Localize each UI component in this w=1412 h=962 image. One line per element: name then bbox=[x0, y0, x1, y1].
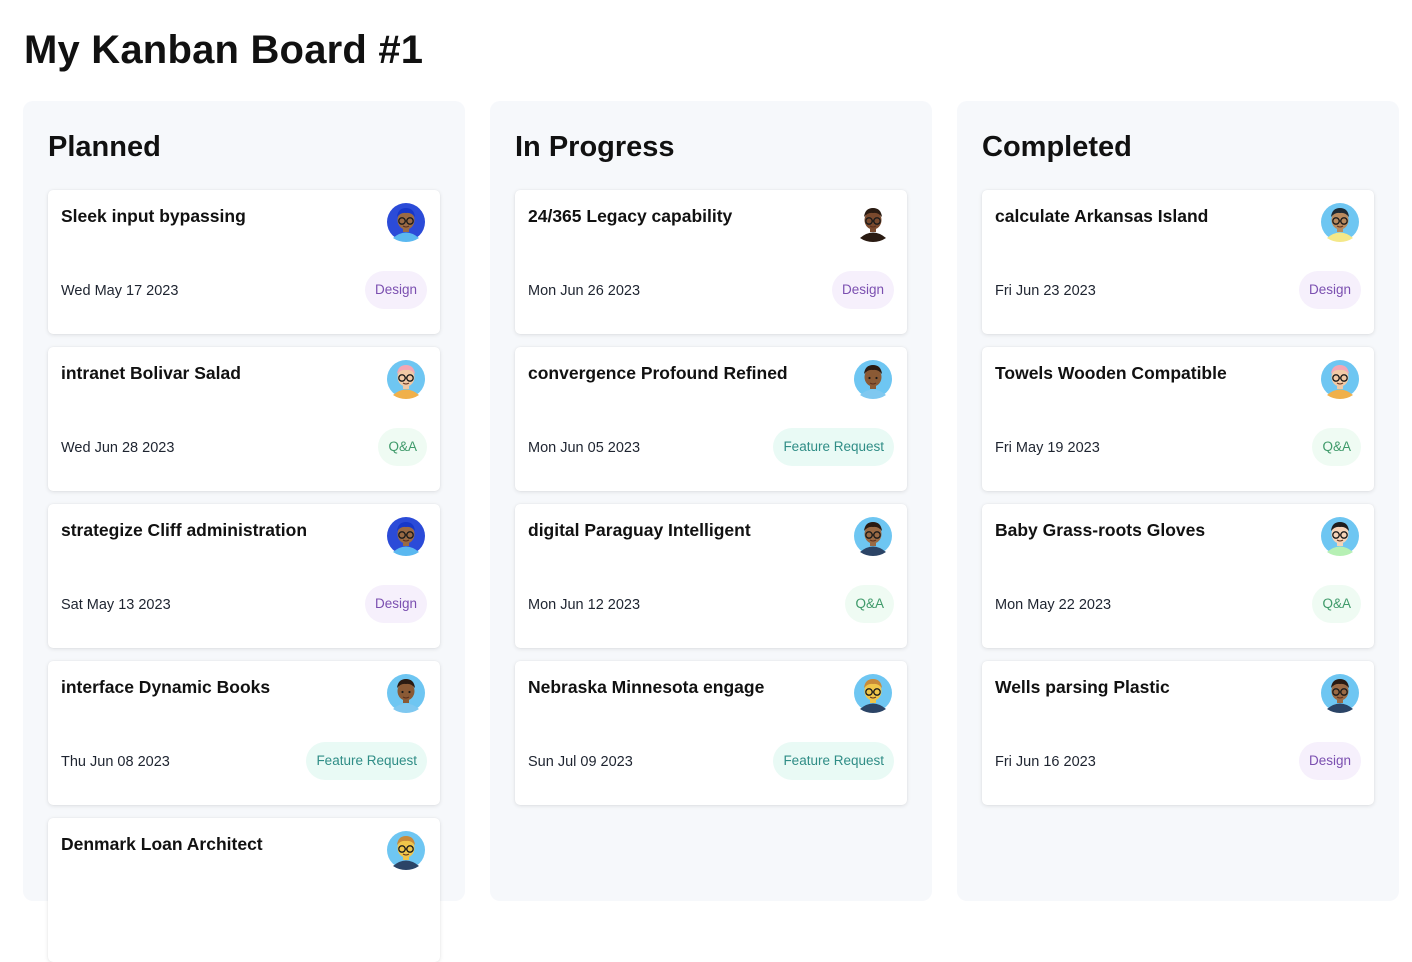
card-title: Wells parsing Plastic bbox=[995, 677, 1170, 697]
avatar bbox=[1320, 516, 1360, 556]
board-title: My Kanban Board #1 bbox=[24, 28, 424, 72]
card-title: Baby Grass-roots Gloves bbox=[995, 520, 1206, 540]
card-title: interface Dynamic Books bbox=[61, 677, 271, 697]
card-date: Wed Jun 28 2023 bbox=[61, 440, 175, 456]
avatar bbox=[853, 202, 893, 242]
card-date: Sat May 13 2023 bbox=[61, 597, 171, 613]
tag-badge[interactable]: Feature Request bbox=[773, 428, 894, 466]
avatar bbox=[386, 202, 426, 242]
avatar bbox=[386, 830, 426, 870]
tag-badge[interactable]: Design bbox=[1298, 742, 1361, 780]
tag-badge[interactable]: Feature Request bbox=[773, 742, 894, 780]
kanban-card[interactable]: intranet Bolivar Salad Wed Jun 28 2023 Q&A bbox=[48, 347, 440, 491]
kanban-card[interactable]: Wells parsing Plastic Fri Jun 16 2023 Desi… bbox=[982, 661, 1374, 805]
tag-badge[interactable]: Design bbox=[364, 585, 427, 623]
tag-badge[interactable]: Design bbox=[831, 271, 894, 309]
tag-badge[interactable]: Q&A bbox=[1312, 585, 1361, 623]
kanban-card[interactable]: Baby Grass-roots Gloves Mon May 22 2023 Q&… bbox=[982, 504, 1374, 648]
card-title: Denmark Loan Architect bbox=[61, 834, 263, 854]
card-title: strategize Cliff administration bbox=[61, 520, 308, 540]
card-date: Sun Jul 09 2023 bbox=[528, 754, 633, 770]
tag-badge[interactable]: Design bbox=[1298, 271, 1361, 309]
card-date: Fri Jun 23 2023 bbox=[995, 283, 1096, 299]
card-date: Wed May 17 2023 bbox=[61, 283, 179, 299]
tag-badge[interactable]: Feature Request bbox=[306, 742, 427, 780]
card-title: calculate Arkansas Island bbox=[995, 206, 1209, 226]
column-in-progress: In Progress 24/365 Legacy capability Mon J… bbox=[490, 101, 932, 901]
card-date: Mon May 22 2023 bbox=[995, 597, 1112, 613]
kanban-card[interactable]: Nebraska Minnesota engage Sun Jul 09 2023… bbox=[515, 661, 907, 805]
column-title: Completed bbox=[982, 131, 1132, 163]
tag-badge[interactable]: Design bbox=[364, 271, 427, 309]
avatar bbox=[1320, 202, 1360, 242]
card-title: convergence Profound Refined bbox=[528, 363, 788, 383]
card-title: digital Paraguay Intelligent bbox=[528, 520, 751, 540]
kanban-card[interactable]: interface Dynamic Books Thu Jun 08 2023 Fe… bbox=[48, 661, 440, 805]
tag-badge[interactable]: Q&A bbox=[1312, 428, 1361, 466]
card-list: calculate Arkansas Island Fri Jun 23 2023… bbox=[982, 190, 1374, 805]
column-title: In Progress bbox=[515, 131, 675, 163]
column-planned: Planned Sleek input bypassing Wed May 17 2… bbox=[23, 101, 465, 962]
card-date: Mon Jun 26 2023 bbox=[528, 283, 641, 299]
tag-badge[interactable]: Q&A bbox=[378, 428, 427, 466]
board-columns: Planned Sleek input bypassing Wed May 17 2… bbox=[23, 101, 1399, 962]
tag-badge[interactable]: Q&A bbox=[845, 585, 894, 623]
card-date: Fri May 19 2023 bbox=[995, 440, 1100, 456]
column-completed: Completed calculate Arkansas Island Fri Ju… bbox=[957, 101, 1399, 901]
column-title: Planned bbox=[48, 131, 161, 163]
kanban-card[interactable]: strategize Cliff administration Sat May 1… bbox=[48, 504, 440, 648]
avatar bbox=[853, 673, 893, 713]
avatar bbox=[386, 673, 426, 713]
card-title: Towels Wooden Compatible bbox=[995, 363, 1227, 383]
kanban-card[interactable]: calculate Arkansas Island Fri Jun 23 2023… bbox=[982, 190, 1374, 334]
card-date: Thu Jun 08 2023 bbox=[61, 754, 170, 770]
card-title: Nebraska Minnesota engage bbox=[528, 677, 765, 697]
kanban-card[interactable]: convergence Profound Refined Mon Jun 05 2… bbox=[515, 347, 907, 491]
card-date: Mon Jun 12 2023 bbox=[528, 597, 641, 613]
card-list: Sleek input bypassing Wed May 17 2023 Desi… bbox=[48, 190, 440, 962]
kanban-card[interactable]: digital Paraguay Intelligent Mon Jun 12 2… bbox=[515, 504, 907, 648]
avatar bbox=[853, 359, 893, 399]
kanban-card[interactable]: Towels Wooden Compatible Fri May 19 2023 Q… bbox=[982, 347, 1374, 491]
card-list: 24/365 Legacy capability Mon Jun 26 2023 D… bbox=[515, 190, 907, 805]
kanban-card[interactable]: Sleek input bypassing Wed May 17 2023 Desi… bbox=[48, 190, 440, 334]
kanban-card[interactable]: Denmark Loan Architect bbox=[48, 818, 440, 962]
kanban-card[interactable]: 24/365 Legacy capability Mon Jun 26 2023 D… bbox=[515, 190, 907, 334]
avatar bbox=[1320, 359, 1360, 399]
card-date: Mon Jun 05 2023 bbox=[528, 440, 641, 456]
avatar bbox=[386, 359, 426, 399]
card-title: Sleek input bypassing bbox=[61, 206, 246, 226]
avatar bbox=[386, 516, 426, 556]
card-title: 24/365 Legacy capability bbox=[528, 206, 733, 226]
avatar bbox=[853, 516, 893, 556]
card-date: Fri Jun 16 2023 bbox=[995, 754, 1096, 770]
avatar bbox=[1320, 673, 1360, 713]
card-title: intranet Bolivar Salad bbox=[61, 363, 241, 383]
